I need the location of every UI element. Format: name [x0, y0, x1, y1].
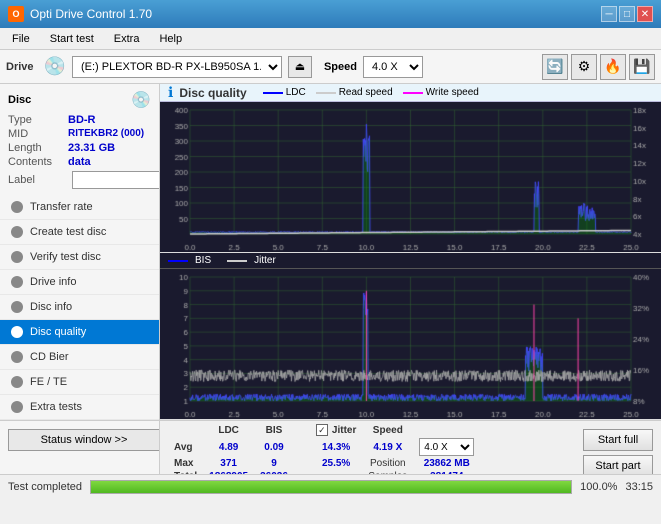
position-value: 23862 MB: [413, 457, 480, 470]
refresh-button[interactable]: 🔄: [542, 54, 568, 80]
status-text: Test completed: [8, 481, 82, 493]
burn-button[interactable]: 🔥: [600, 54, 626, 80]
app-icon: O: [8, 6, 24, 22]
maximize-button[interactable]: □: [619, 6, 635, 22]
label-input[interactable]: [72, 171, 160, 189]
write-speed-legend-label: Write speed: [426, 87, 479, 98]
avg-bis: 0.09: [254, 437, 294, 457]
time-text: 33:15: [625, 481, 653, 493]
write-speed-legend-color: [403, 92, 423, 94]
mid-value: RITEKBR2 (000): [68, 128, 144, 140]
avg-ldc: 4.89: [203, 437, 254, 457]
bis-chart-container: [160, 269, 661, 420]
max-label: Max: [168, 457, 203, 470]
progress-fill: [91, 481, 571, 493]
nav-item-disc-quality[interactable]: Disc quality: [0, 320, 159, 345]
type-value: BD-R: [68, 114, 96, 126]
ldc-chart-container: [160, 102, 661, 253]
contents-key: Contents: [8, 156, 68, 168]
ldc-chart: [160, 102, 661, 252]
jitter-checkbox[interactable]: [316, 424, 328, 436]
menu-help[interactable]: Help: [151, 31, 190, 47]
ldc-legend-label: LDC: [286, 87, 306, 98]
start-part-button[interactable]: Start part: [583, 455, 653, 474]
total-ldc: 1868905: [203, 470, 254, 474]
jitter-legend-label: Jitter: [254, 255, 276, 266]
save-button[interactable]: 💾: [629, 54, 655, 80]
progress-bar: [90, 480, 572, 494]
nav-item-verify-test-disc[interactable]: Verify test disc: [0, 245, 159, 270]
drive-select[interactable]: (E:) PLEXTOR BD-R PX-LB950SA 1.06: [72, 56, 282, 78]
menu-extra[interactable]: Extra: [106, 31, 148, 47]
read-speed-legend-color: [316, 92, 336, 94]
max-jitter: 25.5%: [310, 457, 362, 470]
minimize-button[interactable]: ─: [601, 6, 617, 22]
start-buttons: Start full Start part: [583, 429, 653, 474]
start-full-button[interactable]: Start full: [583, 429, 653, 451]
max-bis: 9: [254, 457, 294, 470]
nav-item-create-test-disc[interactable]: Create test disc: [0, 220, 159, 245]
stats-bar: LDC BIS Jitter Speed Avg 4.8: [160, 420, 661, 474]
total-label: Total: [168, 470, 203, 474]
bis-chart: [160, 269, 661, 419]
bis-legend-color: [168, 260, 188, 262]
menu-file[interactable]: File: [4, 31, 38, 47]
avg-jitter: 14.3%: [310, 437, 362, 457]
progress-text: 100.0%: [580, 481, 617, 493]
menu-bar: File Start test Extra Help: [0, 28, 661, 50]
charts-area: BIS Jitter: [160, 102, 661, 420]
drive-icon: 💿: [44, 56, 66, 77]
nav-item-drive-info[interactable]: Drive info: [0, 270, 159, 295]
close-button[interactable]: ✕: [637, 6, 653, 22]
max-ldc: 371: [203, 457, 254, 470]
title-bar: O Opti Drive Control 1.70 ─ □ ✕: [0, 0, 661, 28]
total-bis: 36036: [254, 470, 294, 474]
samples-value: 381474: [413, 470, 480, 474]
nav-item-fe-te[interactable]: FE / TE: [0, 370, 159, 395]
disc-quality-title: Disc quality: [179, 86, 246, 100]
disc-quality-header: ℹ Disc quality LDC Read speed Write spee…: [160, 84, 661, 102]
speed-value: 4.19 X: [362, 437, 413, 457]
speed-select2[interactable]: 4.0 X: [419, 438, 474, 456]
avg-label: Avg: [168, 437, 203, 457]
position-label: Position: [362, 457, 413, 470]
disc-info-panel: Disc 💿 Type BD-R MID RITEKBR2 (000) Leng…: [0, 84, 159, 195]
nav-list: Transfer rateCreate test discVerify test…: [0, 195, 159, 420]
jitter-header: Jitter: [332, 425, 356, 436]
nav-item-disc-info[interactable]: Disc info: [0, 295, 159, 320]
type-key: Type: [8, 114, 68, 126]
ldc-legend-color: [263, 92, 283, 94]
app-title: Opti Drive Control 1.70: [30, 7, 152, 21]
status-window-button[interactable]: Status window >>: [8, 429, 160, 451]
disc-icon: 💿: [131, 90, 151, 110]
read-speed-legend-label: Read speed: [339, 87, 393, 98]
eject-button[interactable]: ⏏: [288, 56, 312, 78]
length-key: Length: [8, 142, 68, 154]
jitter-legend-color: [227, 260, 247, 262]
disc-section-title: Disc: [8, 94, 31, 106]
contents-value: data: [68, 156, 91, 168]
nav-item-extra-tests[interactable]: Extra tests: [0, 395, 159, 420]
disc-quality-icon: ℹ: [168, 84, 173, 101]
mid-key: MID: [8, 128, 68, 140]
samples-label: Samples: [362, 470, 413, 474]
nav-item-cd-bier[interactable]: CD Bier: [0, 345, 159, 370]
length-value: 23.31 GB: [68, 142, 115, 154]
menu-start-test[interactable]: Start test: [42, 31, 102, 47]
label-key: Label: [8, 174, 68, 186]
drive-bar: Drive 💿 (E:) PLEXTOR BD-R PX-LB950SA 1.0…: [0, 50, 661, 84]
settings-button[interactable]: ⚙: [571, 54, 597, 80]
bis-legend-label: BIS: [195, 255, 211, 266]
content-area: ℹ Disc quality LDC Read speed Write spee…: [160, 84, 661, 474]
bottom-bar: Test completed 100.0% 33:15: [0, 474, 661, 498]
drive-label: Drive: [6, 61, 34, 73]
sidebar: Disc 💿 Type BD-R MID RITEKBR2 (000) Leng…: [0, 84, 160, 474]
nav-item-transfer-rate[interactable]: Transfer rate: [0, 195, 159, 220]
chart1-legend: LDC Read speed Write speed: [263, 87, 479, 98]
speed-label: Speed: [324, 61, 357, 73]
stats-table: LDC BIS Jitter Speed Avg 4.8: [168, 423, 480, 474]
speed-select[interactable]: 4.0 X: [363, 56, 423, 78]
